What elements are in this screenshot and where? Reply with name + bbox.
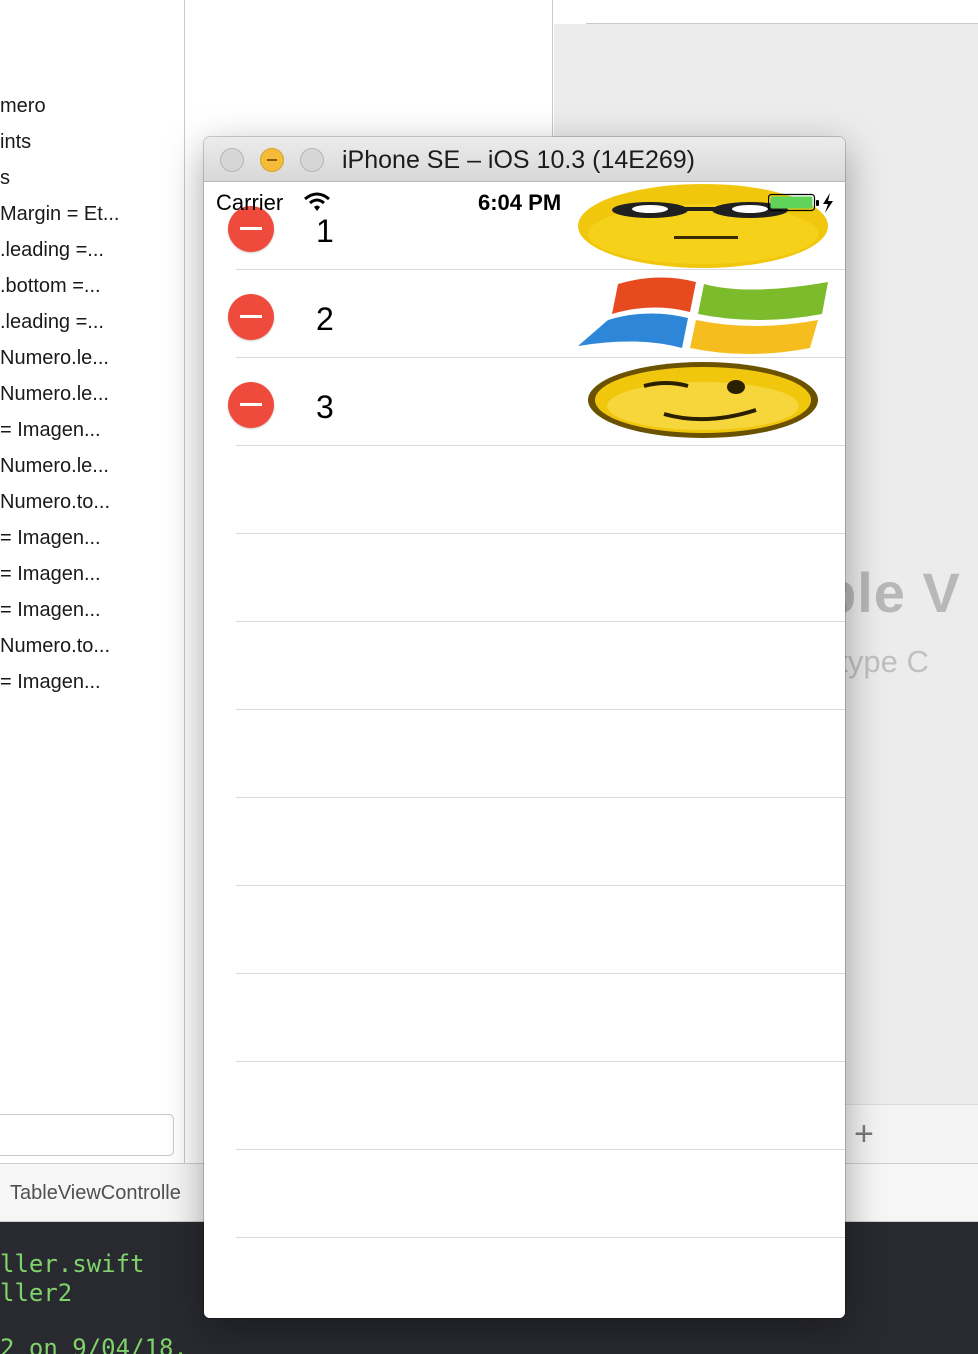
simulator-title: iPhone SE – iOS 10.3 (14E269) xyxy=(342,146,696,174)
outline-item[interactable]: Numero.to... xyxy=(0,634,110,658)
minimize-button[interactable] xyxy=(260,148,284,172)
row-separator xyxy=(236,1061,845,1062)
outline-item[interactable]: Margin = Et... xyxy=(0,202,120,226)
row-separator xyxy=(236,445,845,446)
canvas-header xyxy=(554,0,978,24)
row-separator xyxy=(236,797,845,798)
outline-item[interactable]: .leading =... xyxy=(0,310,104,334)
row-separator xyxy=(236,973,845,974)
outline-item[interactable]: .leading =... xyxy=(0,238,104,262)
outline-item[interactable]: Numero.le... xyxy=(0,382,109,406)
outline-item[interactable]: = Imagen... xyxy=(0,598,101,622)
row-separator xyxy=(236,709,845,710)
outline-item[interactable]: ints xyxy=(0,130,31,154)
row-number: 3 xyxy=(316,389,334,425)
outline-item[interactable]: mero xyxy=(0,94,46,118)
outline-item[interactable]: = Imagen... xyxy=(0,418,101,442)
row-separator xyxy=(236,1237,845,1238)
add-button[interactable]: + xyxy=(854,1117,874,1151)
close-button[interactable] xyxy=(220,148,244,172)
jump-bar-file-label[interactable]: TableViewControlle xyxy=(10,1182,181,1205)
outline-item[interactable]: = Imagen... xyxy=(0,526,101,550)
row-number: 2 xyxy=(316,301,334,337)
outline-item[interactable]: s xyxy=(0,166,10,190)
row-separator xyxy=(236,885,845,886)
table-row[interactable]: 2 xyxy=(204,270,845,358)
battery-charging-icon xyxy=(768,193,833,213)
code-line: ller2 xyxy=(0,1279,73,1307)
row-separator xyxy=(236,621,845,622)
code-line: ller.swift xyxy=(0,1250,145,1278)
winking-smiley-icon xyxy=(588,362,818,438)
document-outline-pane: mero ints s Margin = Et... .leading =...… xyxy=(0,0,185,1163)
delete-button[interactable] xyxy=(228,382,274,428)
code-line: 2 on 9/04/18. xyxy=(0,1334,188,1354)
delete-button[interactable] xyxy=(228,294,274,340)
table-row[interactable]: 3 xyxy=(204,358,845,446)
device-screen: 1 2 3 Carrier 6:04 PM xyxy=(204,182,845,1318)
outline-item[interactable]: Numero.le... xyxy=(0,346,109,370)
outline-filter-field[interactable] xyxy=(0,1114,174,1156)
status-time: 6:04 PM xyxy=(478,190,562,215)
outline-item[interactable]: .bottom =... xyxy=(0,274,101,298)
row-separator xyxy=(236,533,845,534)
outline-item[interactable]: = Imagen... xyxy=(0,670,101,694)
simulator-title-bar[interactable]: iPhone SE – iOS 10.3 (14E269) xyxy=(204,137,845,182)
row-separator xyxy=(236,1149,845,1150)
row-number: 1 xyxy=(316,213,334,249)
zoom-button[interactable] xyxy=(300,148,324,172)
windows-logo-icon xyxy=(578,277,828,354)
wifi-icon xyxy=(304,192,330,211)
outline-item[interactable]: = Imagen... xyxy=(0,562,101,586)
simulator-window: iPhone SE – iOS 10.3 (14E269) 1 2 3 Carr… xyxy=(204,137,845,1318)
carrier-label: Carrier xyxy=(216,190,284,215)
outline-item[interactable]: Numero.to... xyxy=(0,490,110,514)
outline-item[interactable]: Numero.le... xyxy=(0,454,109,478)
